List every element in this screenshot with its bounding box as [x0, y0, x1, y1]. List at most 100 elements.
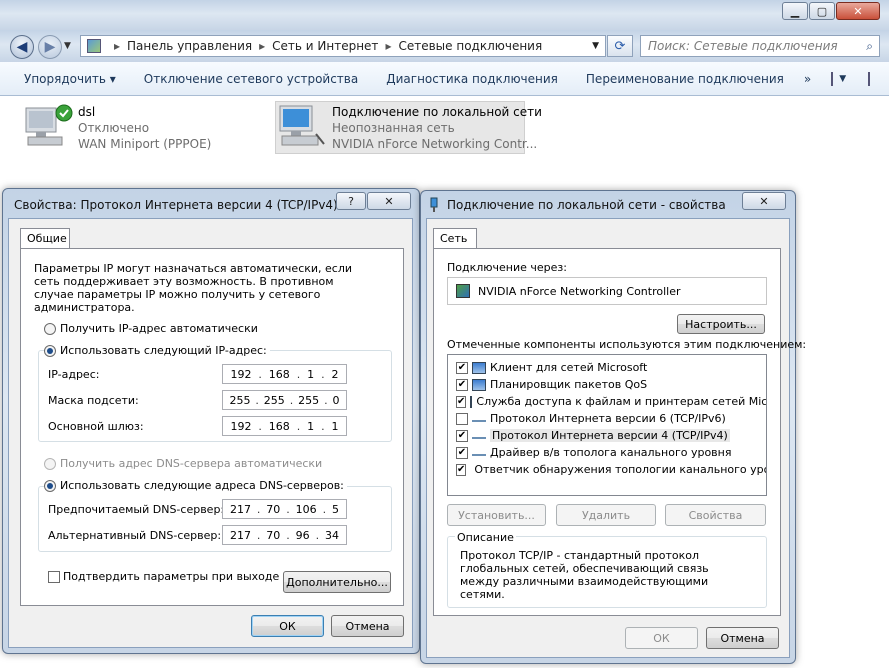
- radio-auto-dns[interactable]: Получить адрес DNS-сервера автоматически: [44, 457, 322, 470]
- octet: 168: [268, 419, 290, 433]
- minimize-icon: ▁: [790, 4, 800, 18]
- ok-button[interactable]: ОК: [625, 627, 698, 649]
- radio-button[interactable]: [44, 345, 56, 357]
- refresh-button[interactable]: ⟳: [607, 35, 633, 57]
- radio-auto-ip[interactable]: Получить IP-адрес автоматически: [44, 322, 258, 335]
- alternate-dns-field[interactable]: 217. 70. 96. 34: [222, 525, 347, 545]
- list-item[interactable]: ✔ Служба доступа к файлам и принтерам сет…: [448, 393, 766, 410]
- list-item[interactable]: Протокол Интернета версии 6 (TCP/IPv6): [448, 410, 766, 427]
- octet: 5: [331, 502, 339, 516]
- service-icon: [472, 378, 486, 391]
- octet: 70: [266, 502, 281, 516]
- radio-button[interactable]: [44, 458, 56, 470]
- dns1-label: Предпочитаемый DNS-сервер:: [48, 503, 225, 516]
- close-icon: ✕: [759, 194, 769, 208]
- maximize-icon: ▢: [816, 4, 828, 18]
- disable-device-button[interactable]: Отключение сетевого устройства: [130, 72, 372, 86]
- address-bar[interactable]: ▸ Панель управления ▸ Сеть и Интернет ▸ …: [80, 35, 606, 57]
- search-input[interactable]: Поиск: Сетевые подключения ⌕: [640, 35, 880, 57]
- radio-auto-ip-label: Получить IP-адрес автоматически: [60, 322, 258, 335]
- description-title: Описание: [455, 531, 516, 544]
- list-item[interactable]: ✔ Ответчик обнаружения топологии канально…: [448, 461, 766, 478]
- arrow-left-icon: ◀: [16, 39, 28, 55]
- ipv4-close-button[interactable]: ✕: [367, 192, 411, 210]
- octet: 2: [331, 367, 339, 381]
- view-dropdown-icon[interactable]: ▼: [839, 74, 846, 84]
- component-label: Клиент для сетей Microsoft: [490, 361, 648, 374]
- advanced-button[interactable]: Дополнительно...: [283, 571, 391, 593]
- breadcrumb-network-connections[interactable]: Сетевые подключения: [398, 39, 542, 53]
- help-button[interactable]: ?: [336, 192, 366, 210]
- configure-button[interactable]: Настроить...: [677, 314, 765, 334]
- network-adapter-icon: [24, 104, 74, 150]
- gateway-field[interactable]: 192. 168. 1. 1: [222, 416, 347, 436]
- more-commands-button[interactable]: »: [798, 72, 817, 86]
- close-button[interactable]: ✕: [836, 2, 880, 20]
- uninstall-button[interactable]: Удалить: [556, 504, 656, 526]
- diagnose-button[interactable]: Диагностика подключения: [372, 72, 572, 86]
- checkbox[interactable]: ✔: [456, 463, 467, 476]
- ok-button[interactable]: ОК: [251, 615, 324, 637]
- checkbox[interactable]: ✔: [456, 429, 468, 442]
- minimize-button[interactable]: ▁: [782, 2, 808, 20]
- search-placeholder: Поиск: Сетевые подключения: [648, 39, 838, 53]
- octet: 96: [295, 528, 310, 542]
- checkbox[interactable]: ✔: [456, 446, 468, 459]
- validate-checkbox[interactable]: Подтвердить параметры при выходе: [48, 570, 279, 583]
- search-icon[interactable]: ⌕: [866, 39, 873, 54]
- connection-dsl[interactable]: dsl Отключено WAN Miniport (PPPOE): [78, 104, 211, 152]
- list-item[interactable]: ✔ Протокол Интернета версии 4 (TCP/IPv4): [448, 427, 766, 444]
- back-button[interactable]: ◀: [10, 35, 34, 59]
- properties-button[interactable]: Свойства: [665, 504, 766, 526]
- preview-pane-icon[interactable]: [868, 71, 871, 86]
- radio-button[interactable]: [44, 323, 56, 335]
- install-button[interactable]: Установить...: [447, 504, 546, 526]
- cancel-button[interactable]: Отмена: [706, 627, 779, 649]
- protocol-icon: [472, 432, 486, 439]
- forward-button[interactable]: ▶: [38, 35, 62, 59]
- component-label: Протокол Интернета версии 4 (TCP/IPv4): [490, 429, 730, 442]
- octet: 1: [307, 419, 315, 433]
- connection-name: dsl: [78, 105, 96, 119]
- octet: 192: [230, 419, 252, 433]
- tab-general[interactable]: Общие: [20, 228, 70, 249]
- subnet-mask-field[interactable]: 255. 255. 255. 0: [222, 390, 347, 410]
- lan-close-button[interactable]: ✕: [742, 192, 786, 210]
- connection-lan-text: Подключение по локальной сети Неопознанн…: [332, 104, 542, 152]
- component-label: Служба доступа к файлам и принтерам сете…: [476, 395, 767, 408]
- breadcrumb-network-internet[interactable]: Сеть и Интернет: [272, 39, 378, 53]
- checkbox[interactable]: ✔: [456, 395, 467, 408]
- view-icon[interactable]: [831, 71, 834, 86]
- components-list: ✔ Клиент для сетей Microsoft ✔ Планировщик…: [447, 354, 767, 496]
- connection-status: Отключено: [78, 121, 150, 135]
- tab-network[interactable]: Сеть: [433, 228, 477, 249]
- radio-manual-dns[interactable]: Использовать следующие адреса DNS-сервер…: [44, 479, 347, 492]
- lan-dialog-title: Подключение по локальной сети - свойства: [447, 198, 726, 212]
- ip-address-field[interactable]: 192. 168. 1. 2: [222, 364, 347, 384]
- checkbox[interactable]: ✔: [456, 378, 468, 391]
- checkbox[interactable]: [48, 571, 60, 583]
- address-dropdown-icon[interactable]: ▼: [592, 41, 599, 51]
- list-item[interactable]: ✔ Планировщик пакетов QoS: [448, 376, 766, 393]
- checkbox[interactable]: ✔: [456, 361, 468, 374]
- list-item[interactable]: ✔ Клиент для сетей Microsoft: [448, 359, 766, 376]
- organize-menu[interactable]: Упорядочить ▾: [0, 72, 130, 86]
- component-label: Драйвер в/в тополога канального уровня: [490, 446, 732, 459]
- checkbox[interactable]: [456, 412, 468, 425]
- octet: 217: [229, 502, 251, 516]
- connection-device: NVIDIA nForce Networking Contr...: [332, 137, 538, 151]
- maximize-button[interactable]: ▢: [809, 2, 835, 20]
- octet: 106: [295, 502, 317, 516]
- preferred-dns-field[interactable]: 217. 70. 106. 5: [222, 499, 347, 519]
- octet: 34: [324, 528, 339, 542]
- radio-button[interactable]: [44, 480, 56, 492]
- mask-label: Маска подсети:: [48, 394, 139, 407]
- components-label: Отмеченные компоненты используются этим …: [447, 338, 807, 351]
- radio-manual-ip[interactable]: Использовать следующий IP-адрес:: [44, 344, 270, 357]
- list-item[interactable]: ✔ Драйвер в/в тополога канального уровня: [448, 444, 766, 461]
- history-dropdown-icon[interactable]: ▼: [64, 41, 71, 51]
- dns2-label: Альтернативный DNS-сервер:: [48, 529, 222, 542]
- rename-button[interactable]: Переименование подключения: [572, 72, 798, 86]
- breadcrumb-control-panel[interactable]: Панель управления: [127, 39, 252, 53]
- cancel-button[interactable]: Отмена: [331, 615, 404, 637]
